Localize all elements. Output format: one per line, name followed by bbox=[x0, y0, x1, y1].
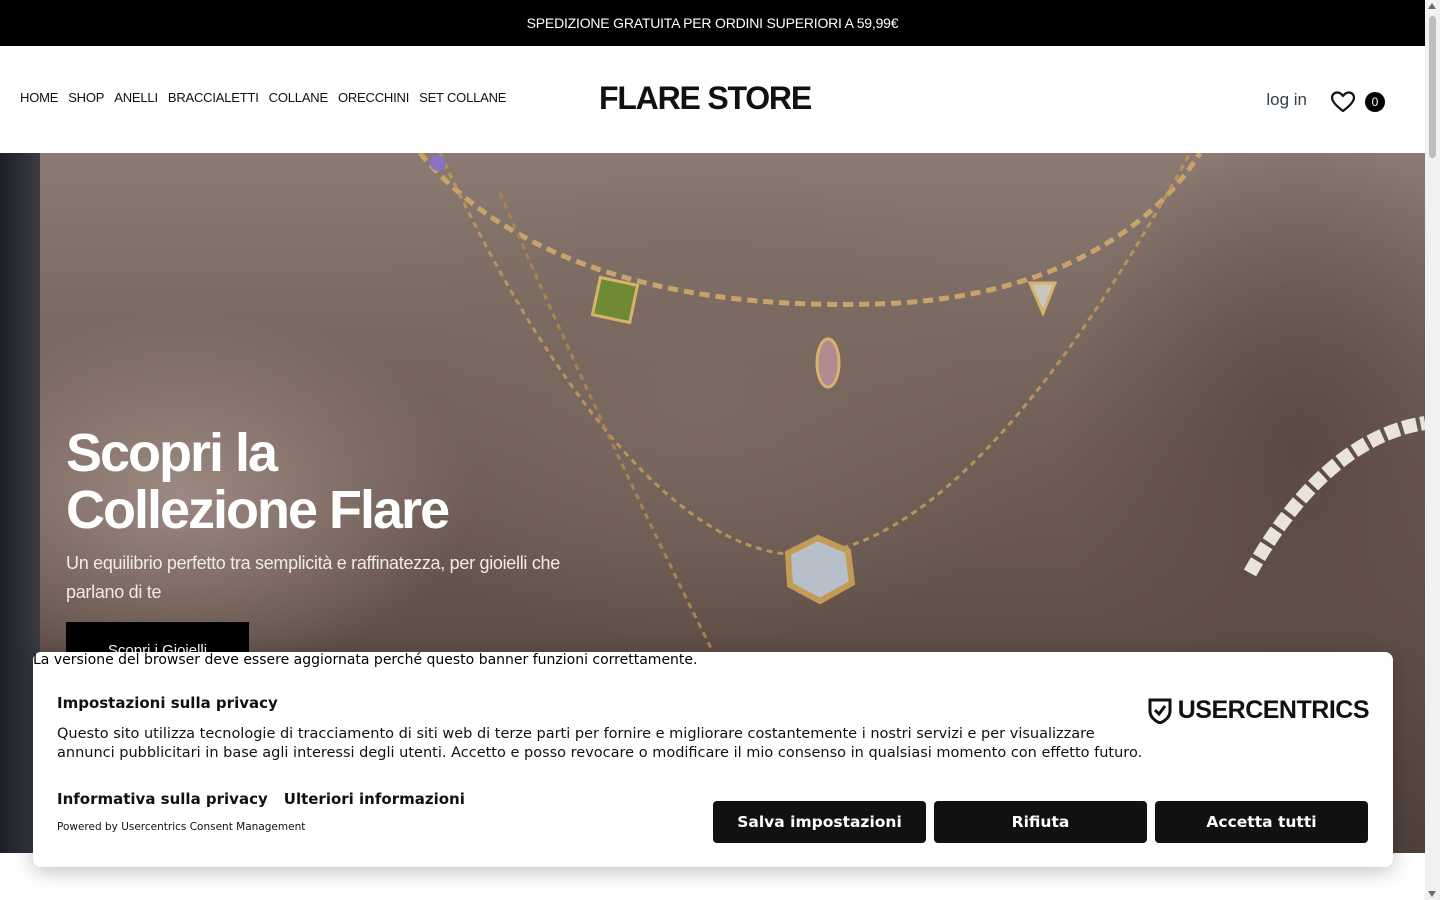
accept-all-button[interactable]: Accetta tutti bbox=[1155, 801, 1368, 843]
brand-logo[interactable]: FLARE STORE bbox=[0, 80, 1410, 117]
cookie-title: Impostazioni sulla privacy bbox=[57, 694, 278, 712]
more-info-link[interactable]: Ulteriori informazioni bbox=[284, 790, 465, 808]
browser-warning-text: La versione del browser deve essere aggi… bbox=[33, 652, 698, 668]
scroll-thumb[interactable] bbox=[1429, 16, 1436, 158]
hero-title-line1: Scopri la bbox=[66, 423, 278, 483]
powered-by-text: Powered by Usercentrics Consent Manageme… bbox=[57, 821, 306, 833]
site-header: HOME SHOP ANELLI BRACCIALETTI COLLANE OR… bbox=[0, 46, 1425, 153]
cart-count-badge[interactable]: 0 bbox=[1365, 92, 1385, 112]
page-scrollbar[interactable] bbox=[1425, 0, 1440, 900]
hero-title: Scopri la Collezione Flare bbox=[66, 425, 586, 539]
reject-button[interactable]: Rifiuta bbox=[934, 801, 1147, 843]
shield-check-icon bbox=[1148, 698, 1172, 724]
save-settings-button[interactable]: Salva impostazioni bbox=[713, 801, 926, 843]
heart-icon[interactable] bbox=[1331, 91, 1355, 113]
hero-title-line2: Collezione Flare bbox=[66, 480, 450, 540]
announcement-text: SPEDIZIONE GRATUITA PER ORDINI SUPERIORI… bbox=[526, 15, 899, 31]
hero-subtitle: Un equilibrio perfetto tra semplicità e … bbox=[66, 553, 560, 602]
usercentrics-logo-text: USERCENTRICS bbox=[1177, 696, 1370, 724]
announcement-bar: SPEDIZIONE GRATUITA PER ORDINI SUPERIORI… bbox=[0, 0, 1425, 46]
cookie-description: Questo sito utilizza tecnologie di tracc… bbox=[57, 726, 1143, 761]
usercentrics-logo: USERCENTRICS bbox=[1148, 696, 1370, 725]
privacy-policy-link[interactable]: Informativa sulla privacy bbox=[57, 790, 268, 808]
login-link[interactable]: log in bbox=[1266, 90, 1307, 110]
cookie-consent-banner: Impostazioni sulla privacy Questo sito u… bbox=[33, 652, 1393, 867]
scroll-up-arrow[interactable] bbox=[1428, 3, 1436, 9]
scroll-down-arrow[interactable] bbox=[1428, 891, 1436, 897]
cookie-links: Informativa sulla privacy Ulteriori info… bbox=[57, 790, 465, 808]
